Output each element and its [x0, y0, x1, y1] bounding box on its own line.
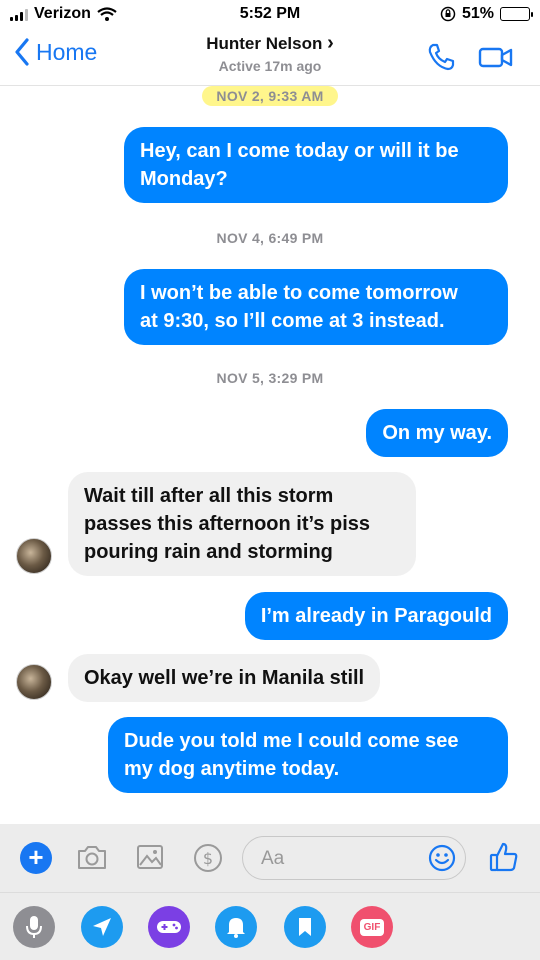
payment-icon[interactable]: $	[192, 842, 224, 874]
timestamp: NOV 4, 6:49 PM	[216, 230, 324, 246]
orientation-lock-icon	[440, 6, 456, 22]
app-drawer: GIF	[0, 892, 540, 960]
gallery-icon[interactable]	[135, 842, 165, 872]
video-camera-icon[interactable]	[478, 42, 514, 72]
contact-name: Hunter Nelson	[206, 34, 323, 53]
header-actions	[426, 42, 514, 72]
conversation-header: Home Hunter Nelson › Active 17m ago	[0, 28, 540, 86]
incoming-message[interactable]: Wait till after all this storm passes th…	[68, 472, 416, 576]
timestamp-highlight: NOV 2, 9:33 AM	[202, 86, 338, 106]
camera-icon[interactable]	[76, 842, 108, 872]
timestamp: NOV 2, 9:33 AM	[0, 86, 540, 106]
avatar[interactable]	[16, 538, 52, 574]
message-line: passes this afternoon it’s piss	[84, 513, 371, 535]
message-line: Monday?	[140, 168, 228, 190]
game-controller-icon[interactable]	[148, 906, 190, 948]
bookmark-icon[interactable]	[284, 906, 326, 948]
battery-percent: 51%	[461, 5, 494, 22]
microphone-icon[interactable]	[13, 906, 55, 948]
phone-icon[interactable]	[426, 42, 456, 72]
plus-icon[interactable]: +	[20, 842, 52, 874]
chevron-right-icon: ›	[327, 32, 334, 54]
outgoing-message[interactable]: On my way.	[366, 409, 508, 457]
outgoing-message[interactable]: I’m already in Paragould	[244, 592, 508, 640]
avatar[interactable]	[16, 664, 52, 700]
outgoing-message[interactable]: Dude you told me I could come see my dog…	[108, 717, 508, 793]
battery-icon	[500, 7, 533, 21]
message-list[interactable]: NOV 2, 9:33 AM Hey, can I come today or …	[0, 86, 540, 824]
outgoing-message[interactable]: I won’t be able to come tomorrow at 9:30…	[124, 269, 508, 345]
incoming-message[interactable]: Okay well we’re in Manila still	[68, 654, 381, 702]
thumbs-up-icon[interactable]	[488, 840, 520, 874]
message-line: my dog anytime today.	[124, 758, 340, 780]
message-line: Dude you told me I could come see	[124, 730, 459, 752]
message-line: Hey, can I come today or will it be	[140, 140, 459, 162]
message-line: On my way.	[382, 422, 492, 444]
emoji-icon[interactable]	[427, 843, 457, 873]
svg-text:$: $	[203, 849, 213, 868]
message-placeholder: Aa	[261, 848, 285, 869]
message-line: at 9:30, so I’ll come at 3 instead.	[140, 310, 445, 332]
message-line: I’m already in Paragould	[260, 605, 492, 627]
composer-bar: + $ Aa	[0, 824, 540, 892]
message-input[interactable]: Aa	[242, 836, 466, 880]
bell-icon[interactable]	[215, 906, 257, 948]
message-line: Okay well we’re in Manila still	[84, 667, 365, 689]
gif-label: GIF	[359, 918, 385, 936]
status-bar: Verizon 5:52 PM 51%	[0, 0, 540, 28]
message-line: I won’t be able to come tomorrow	[140, 282, 458, 304]
location-icon[interactable]	[81, 906, 123, 948]
outgoing-message[interactable]: Hey, can I come today or will it be Mond…	[124, 127, 508, 203]
status-right: 51%	[440, 5, 533, 23]
message-line: pouring rain and storming	[84, 541, 333, 563]
gif-icon[interactable]: GIF	[351, 906, 393, 948]
message-line: Wait till after all this storm	[84, 485, 334, 507]
timestamp: NOV 5, 3:29 PM	[216, 370, 324, 386]
